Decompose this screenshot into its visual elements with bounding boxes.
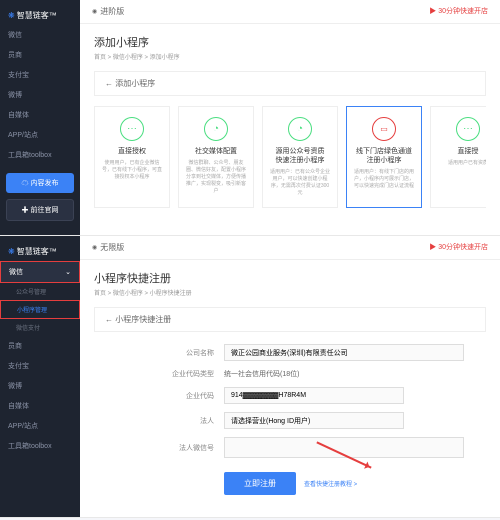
nav-media[interactable]: 自媒体 <box>0 396 80 416</box>
nav-sub-pay[interactable]: 微信支付 <box>0 319 80 336</box>
partial-icon <box>456 117 480 141</box>
nav-wechat-active[interactable]: 微信⌄ <box>0 261 80 283</box>
input-company[interactable] <box>224 344 464 361</box>
quick-link[interactable]: ▶ 30分钟快速开店 <box>429 242 488 253</box>
nav-app[interactable]: APP/站点 <box>0 416 80 436</box>
input-legal[interactable] <box>224 412 404 429</box>
breadcrumb: 首页 > 微信小程序 > 添加小程序 <box>94 52 486 61</box>
label-legal: 法人 <box>94 416 224 426</box>
register-form: 公司名称 企业代码类型 统一社会信用代码(18位) 企业代码 法人 法人微信号 <box>94 344 486 495</box>
breadcrumb: 首页 > 微信小程序 > 小程序快捷注册 <box>94 288 486 297</box>
input-code[interactable] <box>224 387 404 404</box>
nav-merchant[interactable]: 员商 <box>0 336 80 356</box>
nav-sub-miniapp[interactable]: 小程序管理 <box>0 300 80 319</box>
publish-button[interactable]: ☁ 内容发布 <box>6 173 74 193</box>
page-title: 小程序快捷注册 <box>94 270 486 286</box>
quick-link[interactable]: ▶ 30分钟快速开店 <box>429 6 488 17</box>
nav-weibo[interactable]: 微博 <box>0 85 80 105</box>
store-icon <box>372 117 396 141</box>
website-button[interactable]: ✚ 前往官网 <box>6 199 74 221</box>
label-code: 企业代码 <box>94 391 224 401</box>
card-mp-register[interactable]: 源用公众号资质 快速注册小程序 适用用户：已有公众号企业用户，可以快速创建小程序… <box>262 106 338 208</box>
nav-weibo[interactable]: 微博 <box>0 376 80 396</box>
main-bottom: 无限版 ▶ 30分钟快速开店 小程序快捷注册 首页 > 微信小程序 > 小程序快… <box>80 236 500 517</box>
mp-icon <box>288 117 312 141</box>
version-tab[interactable]: 无限版 <box>92 242 124 253</box>
nav-wechat[interactable]: 微信 <box>0 25 80 45</box>
chevron-down-icon: ⌄ <box>65 268 71 276</box>
sidebar-top: 智慧链客™ 微信 员商 支付宝 微博 自媒体 APP/站点 工具箱toolbox… <box>0 0 80 235</box>
nav-media[interactable]: 自媒体 <box>0 105 80 125</box>
back-link[interactable]: ← 添加小程序 <box>94 71 486 96</box>
nav-alipay[interactable]: 支付宝 <box>0 65 80 85</box>
card-social[interactable]: 社交媒体配置 微信群聊、公众号、朋友圈、微信好友，配置小程序分享到社交媒体，方便… <box>178 106 254 208</box>
value-code-type: 统一社会信用代码(18位) <box>224 369 486 379</box>
submit-button[interactable]: 立即注册 <box>224 472 296 495</box>
main-top: 进阶版 ▶ 30分钟快速开店 添加小程序 首页 > 微信小程序 > 添加小程序 … <box>80 0 500 235</box>
card-partial[interactable]: 直接授 适用用户已有资质 <box>430 106 486 208</box>
version-tab[interactable]: 进阶版 <box>92 6 124 17</box>
logo: 智慧链客™ <box>0 6 80 25</box>
logo: 智慧链客™ <box>0 242 80 261</box>
nav-toolbox[interactable]: 工具箱toolbox <box>0 436 80 456</box>
card-list: 直接授权 使用用户，已有企业微信号，已有线下小程序，可直接授权本小程序 社交媒体… <box>94 106 486 208</box>
sidebar-bottom: 智慧链客™ 微信⌄ 公众号管理 小程序管理 微信支付 员商 支付宝 微博 自媒体… <box>0 236 80 517</box>
back-link[interactable]: ← 小程序快捷注册 <box>94 307 486 332</box>
nav-app[interactable]: APP/站点 <box>0 125 80 145</box>
social-icon <box>204 117 228 141</box>
card-direct-auth[interactable]: 直接授权 使用用户，已有企业微信号，已有线下小程序，可直接授权本小程序 <box>94 106 170 208</box>
card-offline-store[interactable]: 线下门店绿色通道 注册小程序 适用用户：有线下门店的用户，小程序内可展示门店，可… <box>346 106 422 208</box>
label-company: 公司名称 <box>94 348 224 358</box>
page-title: 添加小程序 <box>94 34 486 50</box>
nav-merchant[interactable]: 员商 <box>0 45 80 65</box>
nav-toolbox[interactable]: 工具箱toolbox <box>0 145 80 165</box>
label-wechat-id: 法人微信号 <box>94 443 224 453</box>
nav-sub-mp[interactable]: 公众号管理 <box>0 283 80 300</box>
help-link[interactable]: 查看快捷注册教程 > <box>304 479 357 488</box>
auth-icon <box>120 117 144 141</box>
nav-alipay[interactable]: 支付宝 <box>0 356 80 376</box>
label-code-type: 企业代码类型 <box>94 369 224 379</box>
